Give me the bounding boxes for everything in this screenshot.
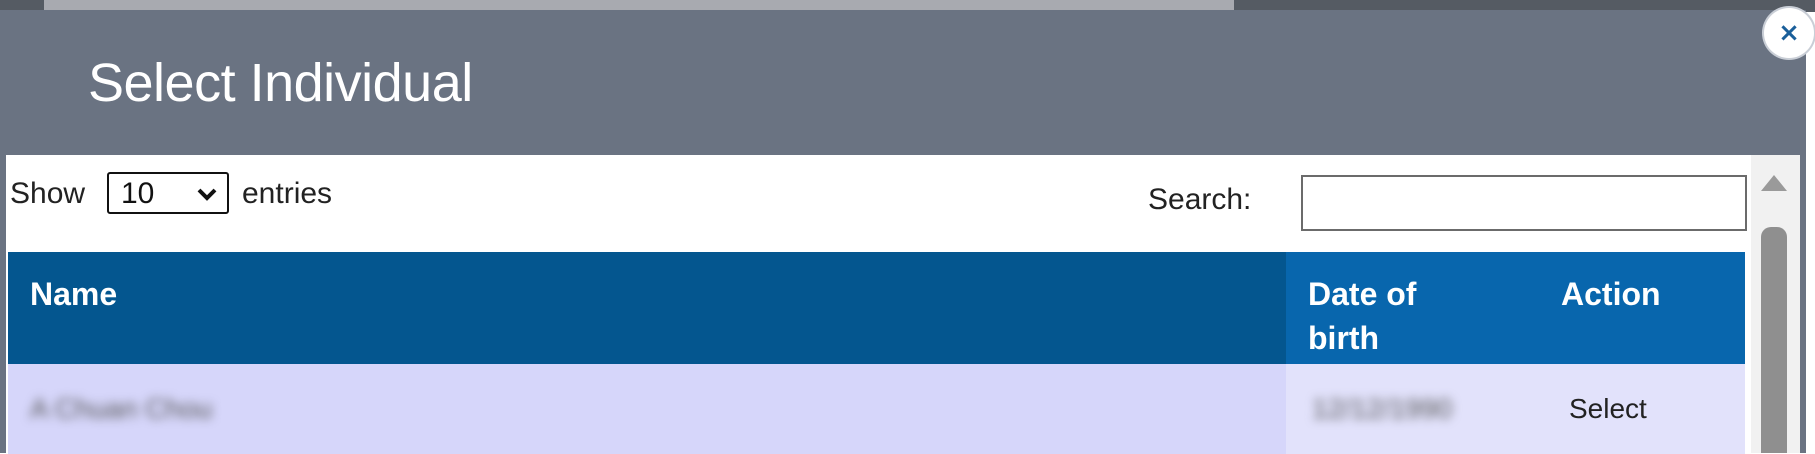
cell-name: A Chuan Chou	[8, 364, 1286, 454]
table-header: Name Date of birth Action	[8, 252, 1745, 364]
cell-dob: 12/12/1990	[1286, 364, 1539, 454]
individuals-table: Name Date of birth Action A Chuan Chou 1…	[8, 252, 1745, 454]
column-header-dob-label: Date of birth	[1308, 276, 1417, 356]
search-label: Search:	[1148, 183, 1252, 216]
column-header-dob[interactable]: Date of birth	[1286, 252, 1539, 364]
chevron-down-icon	[195, 180, 219, 214]
select-individual-modal: Select Individual × Show 10 entries Sear…	[0, 8, 1814, 454]
entries-label: entries	[242, 177, 333, 210]
column-header-name[interactable]: Name	[8, 252, 1286, 364]
redacted-dob: 12/12/1990	[1312, 393, 1453, 424]
page-length-value: 10	[121, 177, 155, 210]
close-icon: ×	[1778, 18, 1800, 48]
search-input[interactable]	[1301, 175, 1747, 231]
background-scroll-thumb[interactable]	[44, 0, 1234, 10]
scroll-up-arrow-icon[interactable]	[1761, 175, 1787, 191]
scrollbar-thumb[interactable]	[1761, 227, 1787, 453]
show-label: Show	[10, 177, 86, 210]
select-link[interactable]: Select	[1539, 364, 1745, 454]
modal-body: Show 10 entries Search: Name Date of bir…	[6, 155, 1800, 454]
column-header-action: Action	[1539, 252, 1745, 364]
modal-title: Select Individual	[88, 53, 473, 113]
redacted-name: A Chuan Chou	[30, 393, 213, 424]
vertical-scrollbar[interactable]	[1751, 155, 1800, 453]
close-button[interactable]: ×	[1764, 8, 1814, 58]
page-length-select[interactable]: 10	[107, 172, 229, 214]
table-row: A Chuan Chou 12/12/1990 Select	[8, 364, 1745, 454]
